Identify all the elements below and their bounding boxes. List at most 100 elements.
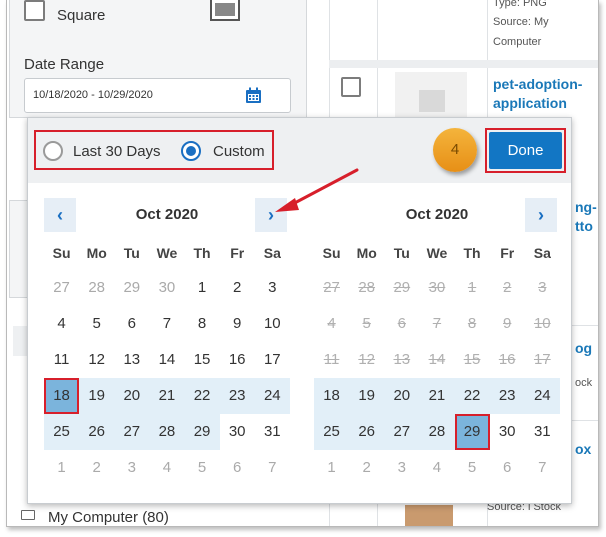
- calendar-day[interactable]: 27: [114, 414, 150, 450]
- file-thumbnail[interactable]: [405, 505, 453, 526]
- custom-label[interactable]: Custom: [213, 143, 265, 160]
- calendar-day[interactable]: 26: [79, 414, 115, 450]
- calendar-day[interactable]: 3: [384, 450, 419, 486]
- file-name-link[interactable]: pet-adoption-: [493, 75, 582, 94]
- calendar-day[interactable]: 12: [79, 342, 114, 378]
- calendar-day: 27: [323, 279, 340, 296]
- last-30-days-radio[interactable]: [43, 141, 63, 161]
- weekday-header: Su Mo Tu We Th Fr Sa: [314, 236, 560, 270]
- last-30-days-label[interactable]: Last 30 Days: [73, 143, 161, 160]
- calendar-day[interactable]: 5: [79, 306, 114, 342]
- calendar-day[interactable]: 15: [185, 342, 220, 378]
- calendar-day[interactable]: 1: [314, 450, 349, 486]
- calendar-day[interactable]: 24: [254, 378, 290, 414]
- calendar-day[interactable]: 9: [220, 306, 255, 342]
- calendar-day[interactable]: 27: [44, 270, 79, 306]
- color-swatch[interactable]: [210, 0, 240, 21]
- calendar-day[interactable]: 10: [255, 306, 290, 342]
- calendar-day[interactable]: 17: [255, 342, 290, 378]
- week-row: 4 5 6 7 8 9 10: [44, 306, 290, 342]
- calendar-day[interactable]: 22: [184, 378, 220, 414]
- calendar-day[interactable]: 7: [149, 306, 184, 342]
- calendar-day[interactable]: 31: [255, 414, 290, 450]
- my-computer-filter[interactable]: My Computer (80): [48, 509, 169, 526]
- selected-day[interactable]: 18: [44, 378, 80, 414]
- calendar-day[interactable]: 16: [220, 342, 255, 378]
- app-window: Square Date Range 10/18/2020 - 10/29/202…: [6, 0, 599, 527]
- week-row: 1234567: [314, 450, 560, 486]
- calendar-day[interactable]: 23: [489, 378, 525, 414]
- calendar-day[interactable]: 3: [114, 450, 149, 486]
- calendar-day[interactable]: 1: [185, 270, 220, 306]
- calendar-day[interactable]: 2: [349, 450, 384, 486]
- calendar-day[interactable]: 23: [219, 378, 255, 414]
- calendar-month-start: ‹ Oct 2020 › Su Mo Tu We Th Fr Sa 27 28 29 30 1 2 3 4…: [44, 196, 290, 486]
- calendar-day[interactable]: 28: [419, 414, 455, 450]
- calendar-day[interactable]: 20: [384, 378, 420, 414]
- calendar-day[interactable]: 13: [114, 342, 149, 378]
- done-button[interactable]: Done: [489, 132, 562, 169]
- file-name-link[interactable]: application: [493, 94, 567, 113]
- calendar-day[interactable]: 1: [44, 450, 79, 486]
- calendar-day[interactable]: 7: [525, 450, 560, 486]
- week-row: 27 28 29 30 1 2 3: [314, 270, 560, 306]
- weekday-label: Fr: [230, 245, 245, 261]
- calendar-day[interactable]: 28: [79, 270, 114, 306]
- calendar-day[interactable]: 20: [114, 378, 150, 414]
- calendar-icon[interactable]: [245, 87, 262, 104]
- calendar-day[interactable]: 19: [79, 378, 115, 414]
- calendar-day[interactable]: 21: [149, 378, 185, 414]
- calendar-day[interactable]: 11: [44, 342, 79, 378]
- calendar-day[interactable]: 22: [454, 378, 490, 414]
- file-name-link[interactable]: ng-: [575, 198, 597, 217]
- calendar-day[interactable]: 6: [220, 450, 255, 486]
- file-source: Computer: [493, 36, 542, 48]
- calendar-day: 3: [538, 279, 547, 296]
- calendar-day[interactable]: 2: [220, 270, 255, 306]
- calendar-day[interactable]: 8: [185, 306, 220, 342]
- calendar-day: 11: [323, 351, 340, 368]
- row-checkbox[interactable]: [341, 77, 361, 97]
- calendar-day[interactable]: 21: [419, 378, 455, 414]
- calendar-day[interactable]: 30: [149, 270, 184, 306]
- calendar-day[interactable]: 29: [184, 414, 220, 450]
- square-checkbox[interactable]: [24, 0, 45, 21]
- calendar-day[interactable]: 24: [524, 378, 560, 414]
- calendar-day[interactable]: 14: [149, 342, 184, 378]
- file-name-link[interactable]: ox: [575, 440, 591, 459]
- calendar-day[interactable]: 3: [255, 270, 290, 306]
- file-name-link[interactable]: tto: [575, 217, 593, 236]
- calendar-day[interactable]: 18: [314, 378, 350, 414]
- calendar-day[interactable]: 25: [44, 414, 80, 450]
- custom-radio[interactable]: [181, 141, 201, 161]
- calendar-day[interactable]: 2: [79, 450, 114, 486]
- calendar-day[interactable]: 25: [314, 414, 350, 450]
- calendar-day: 4: [327, 315, 336, 332]
- calendar-day[interactable]: 6: [114, 306, 149, 342]
- calendar-day[interactable]: 27: [384, 414, 420, 450]
- calendar-day: 17: [533, 351, 551, 368]
- selected-day[interactable]: 29: [454, 414, 490, 450]
- calendar-day[interactable]: 26: [349, 414, 385, 450]
- calendar-day[interactable]: 7: [255, 450, 290, 486]
- calendar-day[interactable]: 4: [419, 450, 454, 486]
- file-name-link[interactable]: og: [575, 339, 592, 358]
- calendar-day[interactable]: 28: [149, 414, 185, 450]
- calendar-day[interactable]: 5: [185, 450, 220, 486]
- calendar-day[interactable]: 5: [455, 450, 490, 486]
- calendar-day[interactable]: 30: [490, 414, 525, 450]
- calendar-day[interactable]: 30: [220, 414, 255, 450]
- square-label: Square: [57, 7, 106, 24]
- calendar-day[interactable]: 4: [44, 306, 79, 342]
- chevron-right-icon[interactable]: ›: [525, 198, 557, 232]
- date-range-input[interactable]: 10/18/2020 - 10/29/2020: [24, 78, 291, 113]
- week-row: 11 12 13 14 15 16 17: [314, 342, 560, 378]
- calendar-day[interactable]: 19: [349, 378, 385, 414]
- row-divider: [329, 60, 598, 68]
- calendar-day[interactable]: 31: [525, 414, 560, 450]
- calendar-day: 6: [397, 315, 406, 332]
- calendar-day[interactable]: 6: [490, 450, 525, 486]
- calendar-day[interactable]: 29: [114, 270, 149, 306]
- arrow-annotation-icon: [275, 168, 359, 212]
- calendar-day[interactable]: 4: [149, 450, 184, 486]
